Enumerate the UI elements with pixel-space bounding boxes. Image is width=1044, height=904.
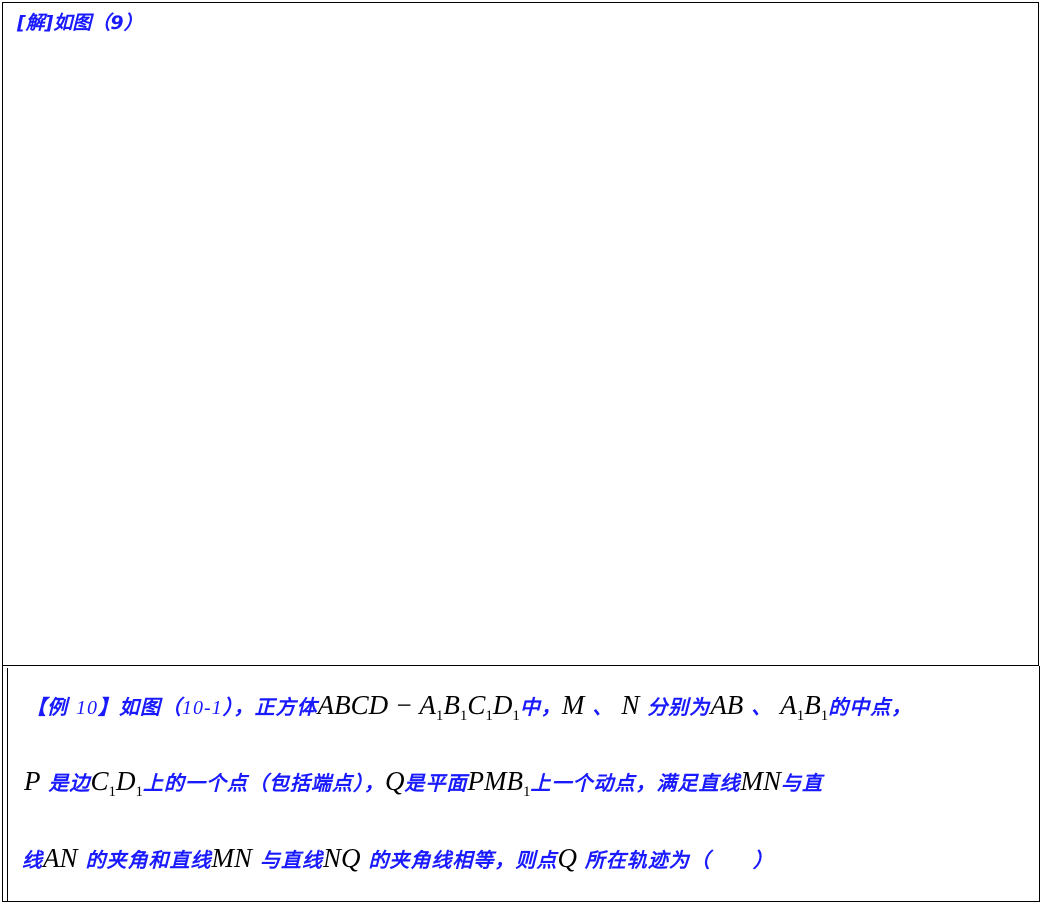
problem-box-inner-border: [7, 668, 8, 902]
math-NQ: NQ: [322, 843, 361, 873]
text: 的夹角线相等，则点: [368, 848, 558, 872]
math-Q: Q: [557, 843, 577, 873]
math-MN: MN: [211, 843, 252, 873]
math-A1B1: A1B1: [780, 690, 829, 724]
math-Q: Q: [384, 766, 405, 796]
math-AB: AB: [710, 690, 744, 720]
text: 是边: [48, 771, 91, 795]
math-AN: AN: [43, 843, 78, 873]
math-N: N: [621, 690, 640, 720]
problem-line-2: P 是边C1D1上的一个点（包括端点），Q是平面PMB1上一个动点，满足直线MN…: [24, 766, 823, 801]
text: 、: [592, 695, 614, 719]
solution-label: [解]如图（9）: [17, 12, 143, 34]
example-number: 10: [75, 697, 98, 719]
example-word: 例: [47, 695, 68, 719]
text: 、: [751, 695, 773, 719]
text: ），正方体: [222, 695, 318, 719]
text: 与直线: [259, 848, 323, 872]
problem-line-3: 线AN 的夹角和直线MN 与直线NQ 的夹角线相等，则点Q 所在轨迹为（ ）: [22, 843, 774, 874]
problem-line-1: 【例 10】如图（10-1），正方体ABCD − A1B1C1D1中，M 、 N…: [26, 690, 912, 725]
text: 所在轨迹为（ ）: [584, 848, 774, 872]
text: 中，: [519, 695, 562, 719]
math-M: M: [561, 690, 585, 720]
bracket-close: 】: [97, 695, 119, 719]
text: 的中点，: [828, 695, 913, 719]
text: 是平面: [404, 771, 468, 795]
math-PMB1: PMB1: [467, 766, 531, 800]
figure-ref: 10-1: [181, 697, 223, 719]
bracket-open: 【: [26, 695, 47, 719]
solution-figure-box: [2, 2, 1039, 666]
text: 分别为: [647, 695, 711, 719]
text: 线: [22, 848, 43, 872]
text: 上一个动点，满足直线: [530, 771, 741, 795]
text: 与直: [780, 771, 823, 795]
math-P: P: [24, 766, 41, 796]
text: 的夹角和直线: [85, 848, 212, 872]
math-C1D1: C1D1: [90, 766, 143, 800]
text: 如图（: [118, 695, 182, 719]
text: 上的一个点（包括端点），: [142, 771, 385, 795]
math-cube: ABCD − A1B1C1D1: [317, 690, 520, 724]
math-MN: MN: [740, 766, 781, 796]
